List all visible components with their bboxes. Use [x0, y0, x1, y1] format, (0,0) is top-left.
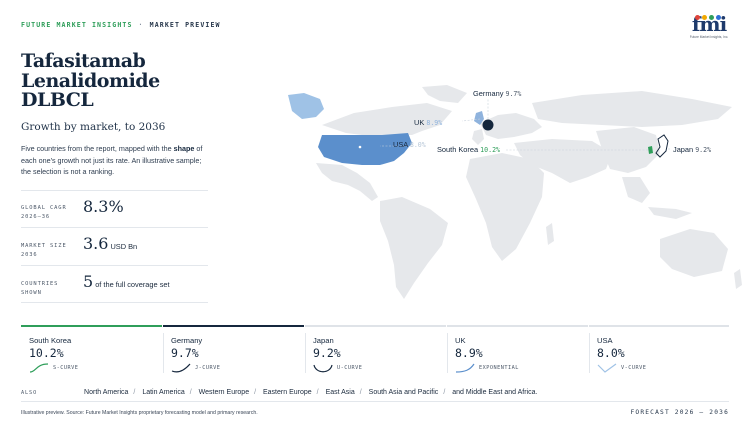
world-map: Germany 9.7% UK 8.9% USA 8.0% South Kore… [288, 85, 742, 299]
map-label-japan: Japan 9.2% [673, 145, 711, 154]
map-label-south-korea: South Korea 10.2% [437, 145, 500, 154]
country-cards: South Korea 10.2% S-CURVE Germany 9.7% J… [21, 325, 729, 374]
card-growth-value: 9.7% [171, 346, 199, 360]
v-curve-icon [597, 363, 617, 373]
country-card-uk[interactable]: UK 8.9% EXPONENTIAL [447, 325, 588, 374]
region-link[interactable]: Latin America [142, 389, 184, 396]
kpi-size-unit: USD Bn [110, 242, 138, 251]
card-curve-type: S-CURVE [53, 365, 79, 371]
card-growth-value: 8.0% [597, 346, 625, 360]
fmi-logo[interactable]: fmi Future Market Insights, Inc. [687, 14, 731, 39]
kpi-global-cagr: GLOBAL CAGR 2026–36 8.3% [21, 190, 208, 227]
exponential-curve-icon [455, 363, 475, 373]
card-curve-type: V-CURVE [621, 365, 647, 371]
map-highlight-north [288, 93, 324, 119]
region-link[interactable]: East Asia [326, 389, 355, 396]
kpi-size-label: MARKET SIZE 2036 [21, 243, 67, 258]
card-growth-value: 10.2% [29, 346, 64, 360]
kpi-cagr-value: 8.3% [83, 197, 124, 216]
kpi-countries: COUNTRIES SHOWN 5 of the full coverage set [21, 265, 208, 303]
kpi-countries-label: COUNTRIES SHOWN [21, 281, 59, 296]
s-curve-icon [29, 363, 49, 373]
region-link[interactable]: South Asia and Pacific [369, 389, 439, 396]
map-label-uk: UK 8.9% [414, 118, 442, 127]
description-part1: Five countries from the report, mapped w… [21, 144, 174, 153]
card-country-name: USA [597, 336, 613, 345]
country-card-japan[interactable]: Japan 9.2% U-CURVE [305, 325, 446, 374]
region-link[interactable]: Western Europe [199, 389, 249, 396]
map-country-germany [482, 119, 494, 131]
footer-note: Illustrative preview. Source: Future Mar… [21, 410, 258, 416]
card-curve-type: J-CURVE [195, 365, 221, 371]
card-country-name: Germany [171, 336, 203, 345]
card-curve-type: U-CURVE [337, 365, 363, 371]
j-curve-icon [171, 363, 191, 373]
top-bar: FUTURE MARKET INSIGHTS · MARKET PREVIEW [21, 21, 221, 29]
map-country-usa [318, 133, 412, 165]
map-label-usa: USA 8.0% [393, 140, 426, 149]
card-growth-value: 8.9% [455, 346, 483, 360]
map-land [316, 85, 742, 299]
footer-divider [21, 401, 729, 402]
card-curve-type: EXPONENTIAL [479, 365, 519, 371]
kpi-cagr-label: GLOBAL CAGR 2026–36 [21, 205, 67, 220]
card-country-name: Japan [313, 336, 334, 345]
logo-dots-icon [687, 15, 731, 21]
description: Five countries from the report, mapped w… [21, 143, 206, 178]
page-title: Tafasitamab Lenalidomide DLBCL [21, 50, 160, 111]
kpi-market-size: MARKET SIZE 2036 3.6 USD Bn [21, 227, 208, 265]
card-country-name: UK [455, 336, 466, 345]
region-link[interactable]: Eastern Europe [263, 389, 312, 396]
header-separator: · [138, 21, 144, 29]
forecast-range: FORECAST 2026 – 2036 [630, 409, 729, 416]
region-link[interactable]: and Middle East and Africa. [452, 389, 537, 396]
also-label: ALSO [21, 390, 38, 396]
map-label-germany: Germany 9.7% [473, 89, 521, 98]
kpi-countries-value: 5 of the full coverage set [83, 272, 170, 291]
also-regions: ALSO North America / Latin America / Weste… [21, 389, 538, 396]
page-subtitle: Growth by market, to 2036 [21, 121, 166, 133]
region-link[interactable]: North America [84, 389, 128, 396]
kpi-size-value: 3.6 USD Bn [83, 234, 138, 253]
kpi-countries-unit: of the full coverage set [95, 280, 170, 289]
country-card-usa[interactable]: USA 8.0% V-CURVE [589, 325, 729, 374]
brand-label: FUTURE MARKET INSIGHTS [21, 21, 133, 29]
u-curve-icon [313, 364, 333, 373]
country-card-germany[interactable]: Germany 9.7% J-CURVE [163, 325, 304, 374]
description-bold: shape [173, 144, 195, 153]
section-label: MARKET PREVIEW [149, 21, 221, 29]
card-growth-value: 9.2% [313, 346, 341, 360]
logo-tagline: Future Market Insights, Inc. [689, 35, 729, 39]
card-country-name: South Korea [29, 336, 72, 345]
country-card-south-korea[interactable]: South Korea 10.2% S-CURVE [21, 325, 162, 374]
